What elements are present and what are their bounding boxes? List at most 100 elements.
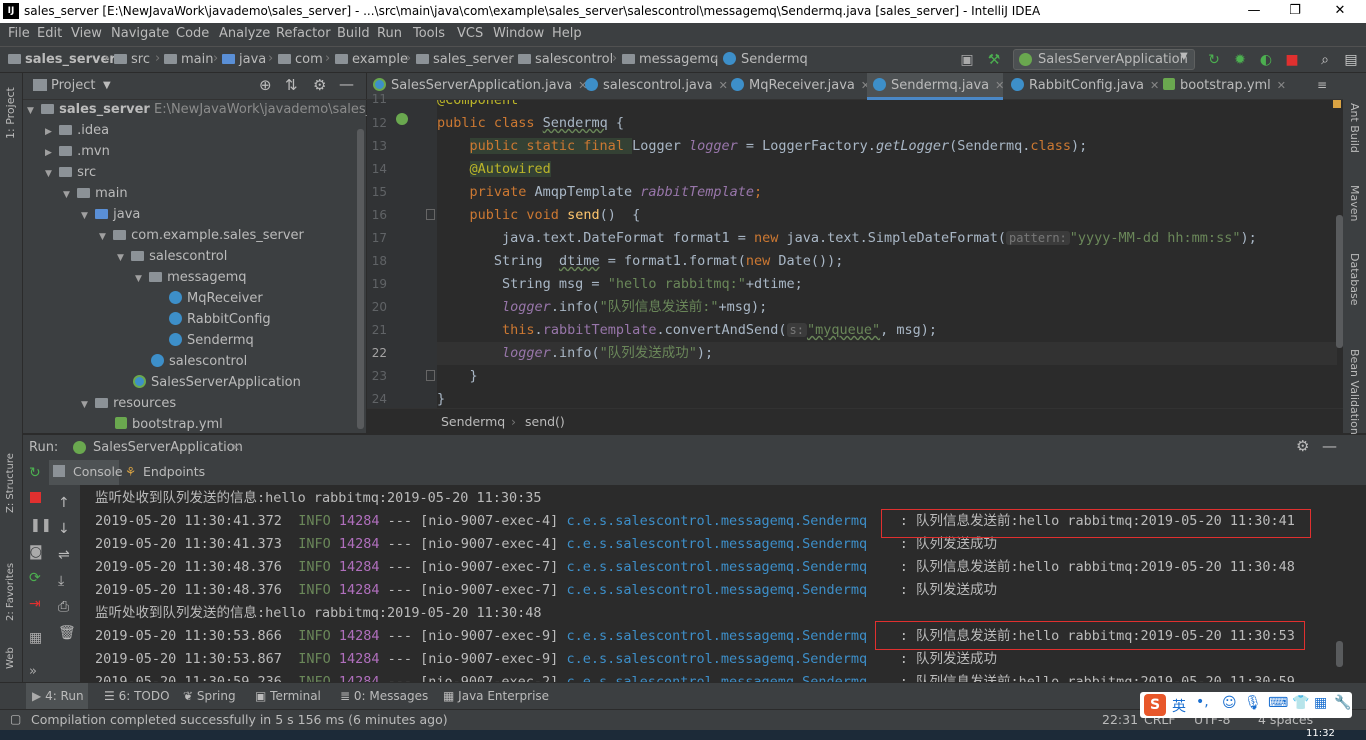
code-editor[interactable]: @Component public class Sendermq { publi… [437,100,1337,408]
minimize-button[interactable]: — [1244,2,1264,20]
apps-icon[interactable]: ▦ [1314,695,1327,711]
camera-icon[interactable]: ◙ [29,544,43,560]
run-config-select[interactable]: SalesServerApplication ▼ [1013,49,1195,70]
bottom-tab-java-enterprise[interactable]: ▦ Java Enterprise [443,689,549,703]
tab-sendermq[interactable]: Sendermq.java ✕ [867,73,1004,100]
tree-node-bootstrap[interactable]: bootstrap.yml [115,414,223,435]
tool-tab-structure[interactable]: Z: Structure [5,453,16,513]
close-icon[interactable]: ✕ [995,79,1004,92]
tree-node-resources[interactable]: ▼ resources [81,393,176,414]
tree-node-main[interactable]: ▼ main [63,183,128,204]
menu-edit[interactable]: Edit [37,26,62,41]
status-toggle-icon[interactable]: ▢ [10,712,21,726]
menu-help[interactable]: Help [552,26,582,41]
microphone-icon[interactable]: 🎙 [1244,695,1262,711]
close-icon[interactable]: ✕ [231,441,240,454]
terminal-icon[interactable]: ▤ [1342,51,1360,69]
gear-icon[interactable]: ⚙ [1296,437,1309,455]
tree-node-app[interactable]: SalesServerApplication [133,372,301,393]
gear-icon[interactable]: ⚙ [313,76,326,94]
tree-node-root[interactable]: ▼ sales_server E:\NewJavaWork\javademo\s… [27,99,408,120]
menu-view[interactable]: View [71,26,102,41]
scroll-to-end-icon[interactable]: ⤓ [58,573,64,589]
project-panel-title[interactable]: Project [51,78,95,93]
crumb-messagemq[interactable]: messagemq [622,52,718,67]
crumb-salescontrol[interactable]: salescontrol [518,52,613,67]
crumb-sales-server-pkg[interactable]: sales_server [416,52,514,67]
collapse-all-icon[interactable]: ⇅ [285,76,298,94]
menu-window[interactable]: Window [493,26,544,41]
rerun-icon[interactable]: ↻ [29,465,41,481]
tree-node-mvn[interactable]: ▶ .mvn [45,141,110,162]
crumb-sendermq[interactable]: Sendermq [723,52,808,67]
console-output[interactable]: 监听处收到队列发送的信息:hello rabbitmq:2019-05-20 1… [80,485,1336,682]
debug-icon[interactable]: ✹ [1231,51,1249,69]
tree-node-sendermq[interactable]: Sendermq [169,330,254,351]
console-scrollbar[interactable] [1336,641,1343,667]
tool-tab-bean-validation[interactable]: Bean Validation [1348,349,1361,435]
crumb-com[interactable]: com [278,52,323,67]
spring-bean-gutter-icon[interactable] [396,113,408,125]
hide-panel-icon[interactable]: — [339,75,354,93]
locate-target-icon[interactable]: ⊕ [259,76,272,94]
menu-refactor[interactable]: Refactor [276,26,331,41]
tab-rabbitconfig[interactable]: RabbitConfig.java ✕ [1005,73,1159,100]
search-icon[interactable]: ⌕ [1316,51,1334,69]
editor-scrollbar[interactable] [1336,215,1343,348]
hide-panel-icon[interactable]: — [1322,437,1337,455]
more-icon[interactable]: » [29,664,37,679]
menu-run[interactable]: Run [377,26,402,41]
coverage-icon[interactable]: ◐ [1257,51,1275,69]
crumb-src[interactable]: src [114,52,150,67]
tree-node-rabbitconfig[interactable]: RabbitConfig [169,309,271,330]
tool-tab-project[interactable]: 1: Project [4,87,17,139]
project-structure-icon[interactable]: ▣ [958,51,976,69]
menu-file[interactable]: File [8,26,30,41]
stop-icon[interactable]: ■ [1283,51,1301,69]
crumb-example[interactable]: example [335,52,408,67]
tool-tab-favorites[interactable]: 2: Favorites [5,563,16,621]
tool-tab-database[interactable]: Database [1348,253,1361,306]
tab-salesserverapplication[interactable]: SalesServerApplication.java ✕ [367,73,587,100]
menu-analyze[interactable]: Analyze [219,26,270,41]
menu-navigate[interactable]: Navigate [111,26,169,41]
crumb-method[interactable]: send() [525,414,565,429]
tree-node-package[interactable]: ▼ com.example.sales_server [99,225,304,246]
stop-icon[interactable] [30,492,41,503]
tool-tab-web[interactable]: Web [5,647,16,669]
exit-icon[interactable]: ⇥ [29,596,41,612]
bottom-tab-terminal[interactable]: ▣ Terminal [255,689,321,703]
tab-console[interactable]: Console [49,460,123,485]
bottom-tab-messages[interactable]: ≣ 0: Messages [340,689,428,703]
crumb-main[interactable]: main [164,52,213,67]
trash-icon[interactable]: 🗑 [58,625,76,641]
tool-tab-maven[interactable]: Maven [1348,185,1361,221]
bottom-tab-todo[interactable]: ☰ 6: TODO [104,689,170,703]
tab-salescontrol[interactable]: salescontrol.java ✕ [579,73,728,100]
arrow-up-icon[interactable]: ↑ [58,495,70,511]
run-config-tab[interactable]: SalesServerApplication [93,440,243,455]
print-icon[interactable]: ⎙ [58,599,69,615]
fold-marker-icon[interactable] [426,370,435,381]
skin-icon[interactable]: 👕 [1292,695,1309,711]
tree-node-messagemq[interactable]: ▼ messagemq [135,267,246,288]
crumb-java[interactable]: java [222,52,266,67]
emoji-icon[interactable]: ☺ [1222,695,1237,711]
maximize-button[interactable]: ❐ [1285,2,1305,20]
fold-marker-icon[interactable] [426,209,435,220]
wrench-icon[interactable]: 🔧 [1334,695,1351,711]
project-scrollbar[interactable] [357,129,364,429]
tree-node-salescontrol-pkg[interactable]: ▼ salescontrol [117,246,227,267]
punctuation-icon[interactable]: •, [1196,694,1209,710]
menu-tools[interactable]: Tools [413,26,445,41]
layout-icon[interactable]: ▦ [29,630,42,646]
crumb-class[interactable]: Sendermq [441,414,505,429]
ime-toolbar[interactable]: S 英 •, ☺ 🎙 ⌨ 👕 ▦ 🔧 [1140,692,1352,718]
tool-tab-ant-build[interactable]: Ant Build [1348,103,1361,153]
tree-node-src[interactable]: ▼ src [45,162,96,183]
tab-list-icon[interactable]: ≡ [1317,78,1327,92]
caret-position[interactable]: 22:31 [1102,712,1138,727]
close-button[interactable]: ✕ [1330,2,1350,20]
bottom-tab-spring[interactable]: ❦ Spring [183,689,236,703]
rerun-icon[interactable]: ↻ [1205,51,1223,69]
